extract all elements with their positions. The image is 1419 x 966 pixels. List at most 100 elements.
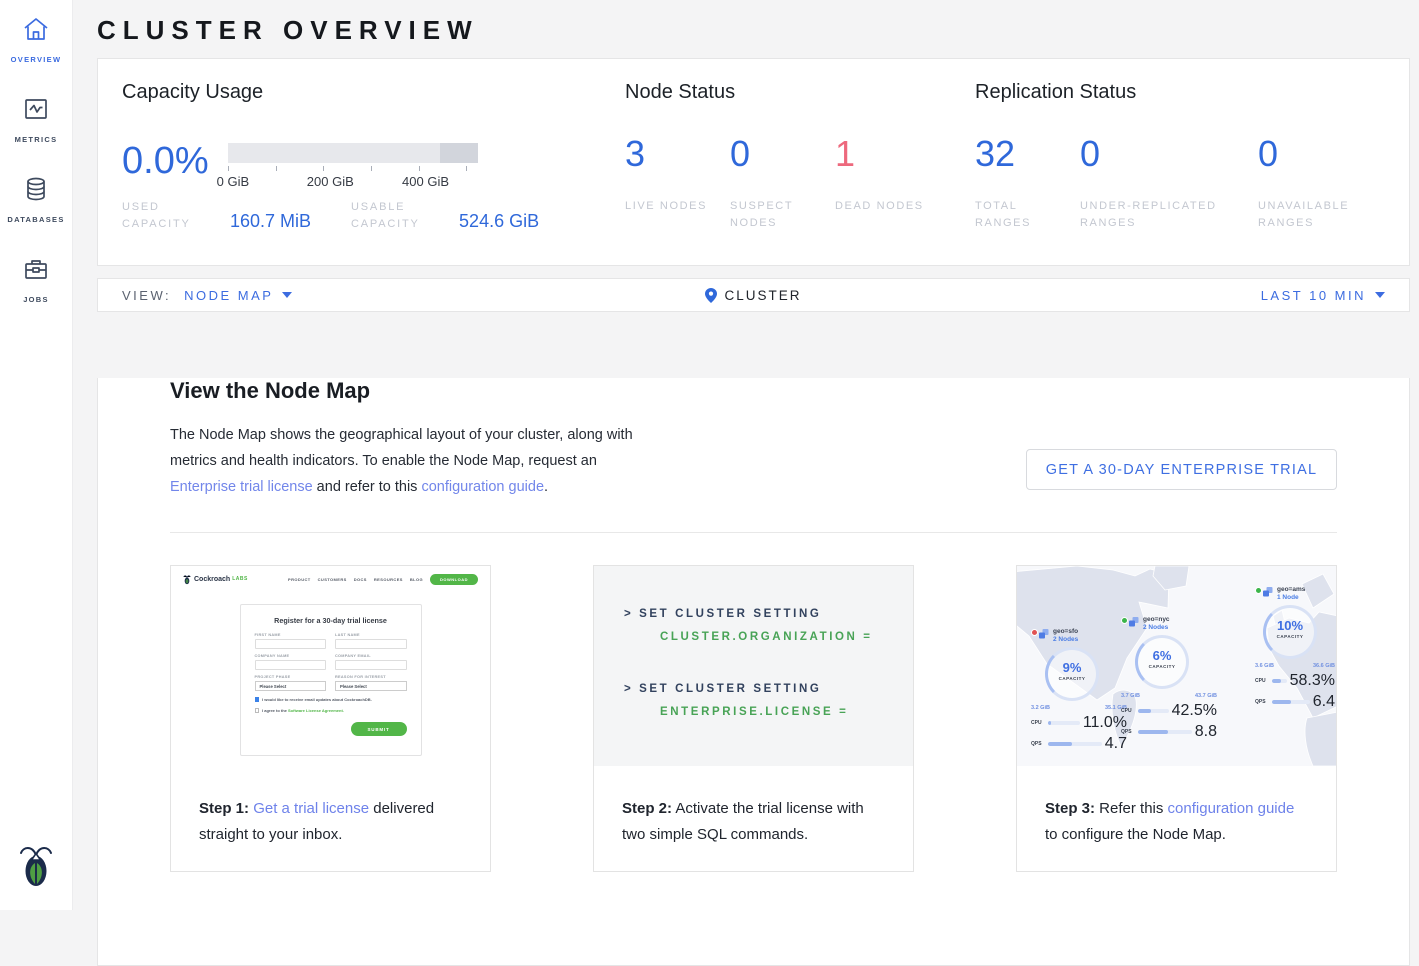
metrics-icon — [22, 95, 50, 128]
step-text: to configure the Node Map. — [1045, 826, 1226, 843]
step2-caption: Step 2: Activate the trial license with … — [594, 766, 913, 848]
capacity-percent: 10% — [1266, 618, 1314, 633]
mini-form-select: Please Select — [335, 681, 407, 691]
total-ranges-metric: 32 TOTAL RANGES — [975, 136, 1080, 232]
capacity-percent: 9% — [1048, 660, 1096, 675]
mini-form-field-label: PROJECT PHASE — [255, 675, 327, 679]
time-range-dropdown[interactable]: LAST 10 MIN — [1261, 288, 1385, 303]
sidebar-item-metrics[interactable]: METRICS — [0, 80, 72, 160]
node-cube-icon — [1038, 628, 1050, 640]
dead-nodes-value: 1 — [835, 136, 940, 172]
mini-submit-button: SUBMIT — [351, 722, 407, 736]
node-map-heading: View the Node Map — [170, 378, 1337, 404]
sidebar-item-jobs[interactable]: JOBS — [0, 240, 72, 320]
chevron-down-icon — [282, 292, 292, 298]
step2-card: > SET CLUSTER SETTING CLUSTER.ORGANIZATI… — [593, 565, 914, 872]
step1-card: Cockroach LABS PRODUCT CUSTOMERS DOCS RE… — [170, 565, 491, 872]
capacity-label: CAPACITY — [1048, 676, 1096, 681]
capacity-used: 3.2 GiB — [1031, 705, 1050, 711]
step3-card: geo=sfo 2 Nodes 9% CAPACITY 3.2 GiB 35.1… — [1016, 565, 1337, 872]
step-text: Refer this — [1095, 800, 1168, 817]
intro-text: The Node Map shows the geographical layo… — [170, 427, 633, 469]
gauge-tick-label: 0 GiB — [217, 174, 250, 189]
suspect-nodes-metric: 0 SUSPECT NODES — [730, 136, 835, 232]
enterprise-trial-button[interactable]: GET A 30-DAY ENTERPRISE TRIAL — [1026, 449, 1337, 490]
checkbox-checked-icon — [255, 697, 260, 702]
mini-form-field-label: COMPANY EMAIL — [335, 654, 407, 658]
total-ranges-value: 32 — [975, 136, 1080, 172]
main-area: CLUSTER OVERVIEW Capacity Usage 0.0% 0 G… — [73, 0, 1419, 966]
step-label: Step 1: — [199, 800, 249, 817]
cpu-bar — [1048, 721, 1080, 725]
sql-command: > SET CLUSTER SETTING ENTERPRISE.LICENSE… — [624, 683, 913, 718]
capacity-gauge: 0 GiB 200 GiB 400 GiB — [228, 136, 478, 191]
qps-label: QPS — [1121, 729, 1135, 735]
used-capacity-value: 160.7 MiB — [230, 211, 311, 232]
step3-caption: Step 3: Refer this configuration guide t… — [1017, 766, 1336, 848]
locality-widget-nyc: geo=nyc 2 Nodes 6% CAPACITY 3.7 GiB 43.7… — [1121, 616, 1217, 741]
capacity-gauge-bar — [228, 143, 478, 163]
locality-name: geo=ams — [1277, 586, 1305, 593]
cpu-bar — [1138, 709, 1169, 713]
capacity-label: CAPACITY — [1266, 634, 1314, 639]
capacity-used: 3.7 GiB — [1121, 693, 1140, 699]
locality-widget-sfo: geo=sfo 2 Nodes 9% CAPACITY 3.2 GiB 35.1… — [1031, 628, 1127, 753]
mini-form-field-label: LAST NAME — [335, 633, 407, 637]
locality-name: geo=nyc — [1143, 616, 1170, 623]
capacity-percent: 6% — [1138, 648, 1186, 663]
qps-value: 8.8 — [1195, 723, 1217, 741]
node-status-title: Node Status — [625, 81, 975, 104]
unavailable-ranges-metric: 0 UNAVAILABLE RANGES — [1258, 136, 1363, 232]
briefcase-icon — [22, 255, 50, 288]
node-map-preview: geo=sfo 2 Nodes 9% CAPACITY 3.2 GiB 35.1… — [1017, 566, 1336, 766]
capacity-gauge-ticks — [228, 165, 478, 172]
node-map-intro: The Node Map shows the geographical layo… — [170, 422, 642, 500]
replication-status-section: Replication Status 32 TOTAL RANGES 0 UND… — [975, 81, 1385, 243]
sql-setting: ENTERPRISE.LICENSE = — [660, 706, 913, 718]
capacity-ring: 10% CAPACITY — [1263, 605, 1317, 659]
get-trial-license-link[interactable]: Get a trial license — [253, 800, 369, 817]
mini-nav-item: BLOG — [410, 577, 423, 582]
capacity-ring: 6% CAPACITY — [1135, 635, 1189, 689]
cockroach-logo-icon — [18, 841, 54, 894]
mini-site-brand: Cockroach LABS — [183, 574, 248, 585]
sidebar: OVERVIEW METRICS DATABASES JOBS — [0, 0, 73, 910]
sql-prompt: > SET CLUSTER SETTING — [624, 608, 913, 620]
mini-nav-item: CUSTOMERS — [318, 577, 347, 582]
capacity-label: CAPACITY — [1138, 664, 1186, 669]
sql-setting: CLUSTER.ORGANIZATION = — [660, 631, 913, 643]
total-ranges-label: TOTAL RANGES — [975, 198, 1075, 232]
cpu-label: CPU — [1121, 708, 1135, 714]
configuration-guide-link[interactable]: configuration guide — [1168, 800, 1295, 817]
sql-prompt: > SET CLUSTER SETTING — [624, 683, 913, 695]
mini-nav-item: DOCS — [354, 577, 367, 582]
sidebar-item-databases[interactable]: DATABASES — [0, 160, 72, 240]
unavailable-ranges-label: UNAVAILABLE RANGES — [1258, 198, 1358, 232]
view-selector-value: NODE MAP — [184, 288, 273, 303]
under-replicated-ranges-value: 0 — [1080, 136, 1258, 172]
enterprise-trial-license-link[interactable]: Enterprise trial license — [170, 479, 313, 495]
suspect-nodes-label: SUSPECT NODES — [730, 198, 830, 232]
live-nodes-value: 3 — [625, 136, 730, 172]
locality-node-count: 2 Nodes — [1143, 624, 1170, 631]
step1-caption: Step 1: Get a trial license delivered st… — [171, 766, 490, 848]
sql-command: > SET CLUSTER SETTING CLUSTER.ORGANIZATI… — [624, 608, 913, 643]
mini-checkbox-label: I agree to the Software License Agreemen… — [262, 708, 344, 713]
capacity-used: 3.6 GiB — [1255, 663, 1274, 669]
view-selector-dropdown[interactable]: NODE MAP — [184, 288, 292, 303]
mini-form-select: Please Select — [255, 681, 327, 691]
sidebar-item-overview[interactable]: OVERVIEW — [0, 0, 72, 80]
under-replicated-ranges-metric: 0 UNDER-REPLICATED RANGES — [1080, 136, 1258, 232]
mini-registration-form: Register for a 30-day trial license FIRS… — [240, 604, 422, 756]
configuration-guide-link[interactable]: configuration guide — [421, 479, 544, 495]
mini-nav-item: RESOURCES — [374, 577, 403, 582]
live-nodes-metric: 3 LIVE NODES — [625, 136, 730, 232]
qps-bar — [1138, 730, 1192, 734]
qps-bar — [1272, 700, 1310, 704]
mini-form-field-label: COMPANY NAME — [255, 654, 327, 658]
mini-brand-suffix: LABS — [232, 576, 248, 582]
database-icon — [22, 175, 50, 208]
view-label: VIEW: — [122, 288, 171, 303]
gauge-tick-label: 200 GiB — [307, 174, 354, 189]
mini-form-field-label: REASON FOR INTEREST — [335, 675, 407, 679]
